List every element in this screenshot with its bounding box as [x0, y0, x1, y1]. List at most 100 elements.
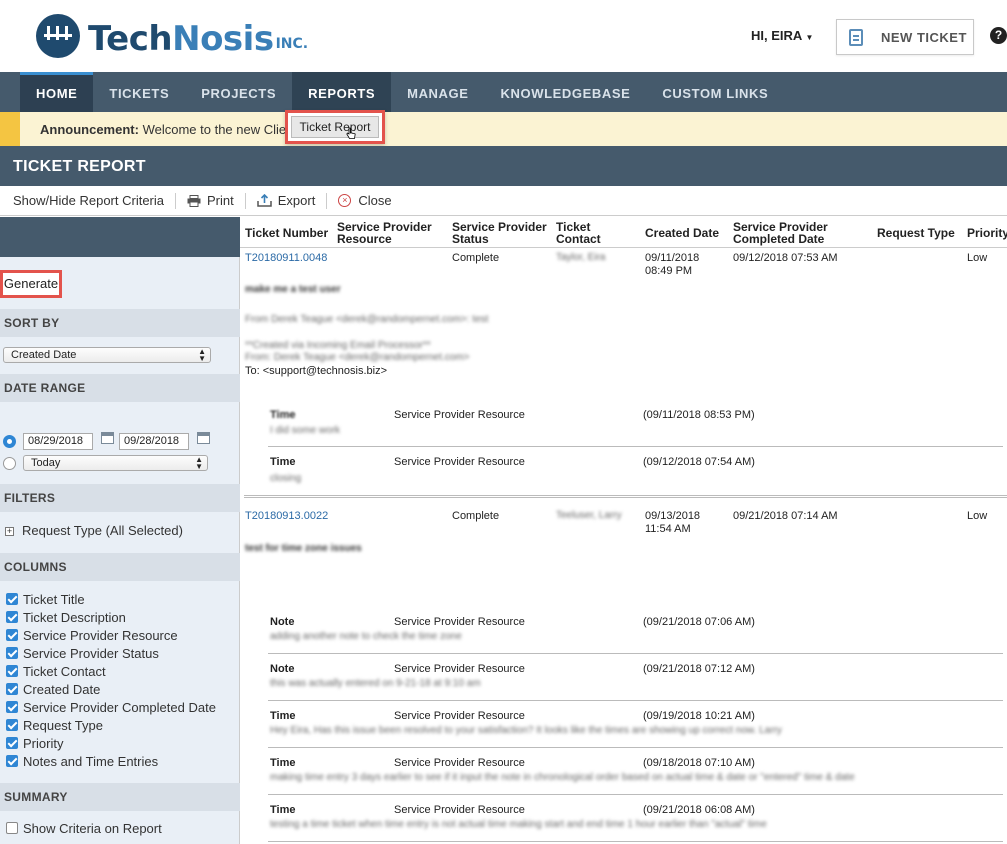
announcement-bar: Announcement: Welcome to the new Client — [0, 112, 1007, 146]
ticket-title: make me a test user — [245, 284, 341, 295]
ticket-number-link[interactable]: T20180913.0022 — [245, 510, 328, 523]
checkbox-checked-icon — [6, 593, 18, 605]
criteria-header — [0, 217, 240, 257]
ticket-divider — [244, 495, 1007, 498]
reports-dropdown: Ticket Report — [285, 110, 385, 144]
nav-projects[interactable]: PROJECTS — [185, 72, 292, 112]
entry-type: Note — [270, 663, 295, 675]
close-button[interactable]: × Close — [338, 193, 392, 208]
ticket-number-link[interactable]: T20180911.0048 — [245, 252, 327, 265]
filters-heading: FILTERS — [0, 484, 240, 512]
user-menu[interactable]: HI, EIRA ▼ — [751, 28, 813, 43]
column-checkbox[interactable]: Service Provider Completed Date — [6, 698, 216, 716]
show-criteria-checkbox[interactable]: Show Criteria on Report — [6, 819, 162, 837]
sort-by-value: Created Date — [11, 349, 77, 361]
main-nav: HOME TICKETS PROJECTS REPORTS MANAGE KNO… — [0, 72, 1007, 112]
help-icon[interactable]: ? — [990, 27, 1007, 44]
calendar-icon[interactable] — [101, 432, 114, 444]
show-criteria-label: Show Criteria on Report — [23, 820, 162, 836]
column-label: Service Provider Completed Date — [23, 699, 216, 715]
entry-date: (09/19/2018 10:21 AM) — [643, 710, 755, 722]
entry-note: making time entry 3 days earlier to see … — [270, 772, 855, 783]
checkbox-checked-icon — [6, 719, 18, 731]
ticket-description: **Created via Incoming Email Processor** — [245, 340, 431, 351]
close-icon: × — [338, 194, 352, 207]
header: TechNosis INC. HI, EIRA ▼ NEW TICKET ? — [0, 0, 1007, 72]
entry-type: Time — [270, 456, 296, 468]
nav-custom-links[interactable]: CUSTOM LINKS — [646, 72, 784, 112]
entry-resource: Service Provider Resource — [394, 456, 525, 468]
column-label: Ticket Description — [23, 609, 126, 625]
calendar-icon[interactable] — [197, 432, 210, 444]
toolbar-divider — [175, 192, 177, 209]
columns-heading: COLUMNS — [0, 553, 240, 581]
entry-date: (09/12/2018 07:54 AM) — [643, 456, 755, 468]
dropdown-ticket-report[interactable]: Ticket Report — [291, 116, 379, 138]
ticket-status: Complete — [452, 252, 500, 264]
user-greeting: HI, EIRA — [751, 28, 802, 43]
date-range-heading: DATE RANGE — [0, 374, 240, 402]
ticket-description: To: <support@technosis.biz> — [245, 365, 388, 377]
print-button[interactable]: Print — [187, 193, 234, 208]
col-service-provider-status: Service Provider Status — [452, 220, 547, 246]
expand-plus-icon[interactable]: + — [5, 527, 14, 536]
report-column-headers: Ticket Number Service Provider Resource … — [240, 217, 1007, 248]
column-checkbox[interactable]: Notes and Time Entries — [6, 752, 158, 770]
nav-tickets[interactable]: TICKETS — [93, 72, 185, 112]
col-service-provider-resource: Service Provider Resource — [337, 220, 432, 246]
checkbox-checked-icon — [6, 647, 18, 659]
nav-reports[interactable]: REPORTS — [292, 72, 392, 112]
ticket-description: From Derek Teague <derek@randompernet.co… — [245, 314, 489, 325]
column-checkbox[interactable]: Service Provider Status — [6, 644, 159, 662]
logo-text: TechNosis — [88, 19, 274, 59]
column-checkbox[interactable]: Ticket Contact — [6, 662, 106, 680]
column-checkbox[interactable]: Priority — [6, 734, 63, 752]
summary-heading: SUMMARY — [0, 783, 240, 811]
column-label: Request Type — [23, 717, 103, 733]
hand-cursor-icon — [346, 127, 356, 139]
column-checkbox[interactable]: Ticket Title — [6, 590, 85, 608]
date-from-input[interactable]: 08/29/2018 — [23, 433, 93, 450]
document-icon — [849, 28, 863, 46]
column-label: Ticket Title — [23, 591, 85, 607]
entry-resource: Service Provider Resource — [394, 804, 525, 816]
entry-date: (09/21/2018 07:06 AM) — [643, 616, 755, 628]
column-checkbox[interactable]: Request Type — [6, 716, 103, 734]
ticket-priority: Low — [967, 510, 988, 522]
new-ticket-button[interactable]: NEW TICKET — [836, 19, 974, 55]
sort-by-select[interactable]: Created Date ▲ ▼ — [3, 347, 211, 363]
date-range-preset-radio[interactable] — [3, 457, 16, 470]
date-range-custom-radio[interactable] — [3, 435, 16, 448]
technosis-logo[interactable]: TechNosis INC. — [36, 14, 308, 58]
print-label: Print — [207, 193, 234, 208]
nav-knowledgebase[interactable]: KNOWLEDGEBASE — [485, 72, 647, 112]
entry-resource: Service Provider Resource — [394, 757, 525, 769]
column-checkbox[interactable]: Created Date — [6, 680, 100, 698]
entry-note: I did some work — [270, 425, 341, 436]
show-hide-criteria-button[interactable]: Show/Hide Report Criteria — [13, 193, 164, 208]
select-arrows-icon: ▲ ▼ — [198, 347, 206, 363]
nav-home[interactable]: HOME — [20, 72, 94, 112]
generate-button[interactable]: Generate — [0, 270, 62, 298]
export-icon — [257, 194, 272, 207]
date-preset-select[interactable]: Today ▲ ▼ — [23, 455, 208, 471]
nav-manage[interactable]: MANAGE — [391, 72, 484, 112]
entry-divider — [268, 446, 1003, 447]
ticket-contact: Taylor, Eira — [556, 252, 606, 263]
caret-down-icon: ▼ — [805, 33, 814, 42]
entry-note: adding another note to check the time zo… — [270, 631, 462, 642]
export-button[interactable]: Export — [257, 193, 315, 208]
entry-date: (09/21/2018 06:08 AM) — [643, 804, 755, 816]
select-arrows-icon: ▲ ▼ — [195, 455, 203, 471]
col-request-type: Request Type — [877, 226, 955, 240]
announcement-text: Announcement: Welcome to the new Client — [40, 122, 297, 137]
entry-resource: Service Provider Resource — [394, 616, 525, 628]
close-label: Close — [358, 193, 392, 208]
filter-request-type[interactable]: Request Type (All Selected) — [22, 523, 183, 538]
entry-note: closing — [270, 473, 302, 484]
column-checkbox[interactable]: Ticket Description — [6, 608, 126, 626]
announcement-label: Announcement: — [40, 122, 139, 137]
ticket-created-date: 09/11/2018 08:49 PM — [645, 252, 700, 277]
column-checkbox[interactable]: Service Provider Resource — [6, 626, 178, 644]
date-to-input[interactable]: 09/28/2018 — [119, 433, 189, 450]
